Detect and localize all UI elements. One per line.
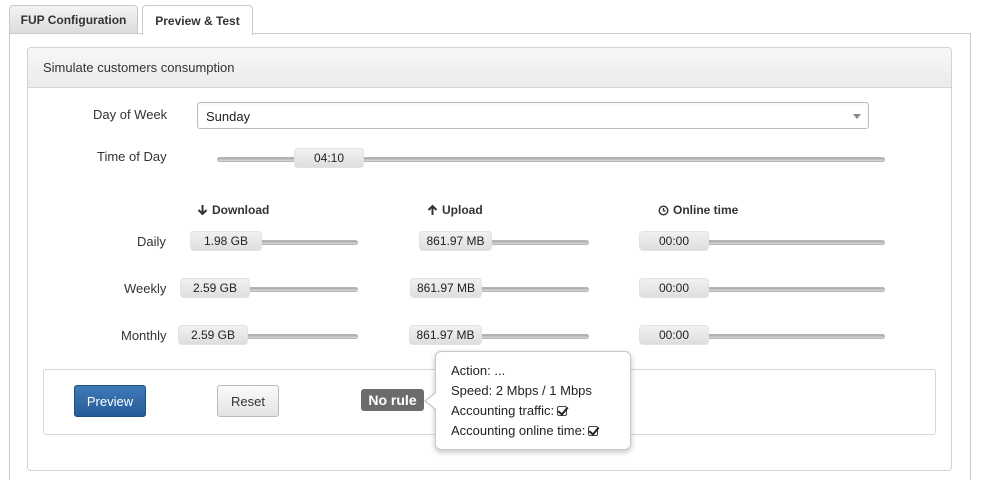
monthly-online-handle[interactable]: 00:00: [639, 325, 709, 345]
popover-arrow: [426, 393, 436, 409]
popover-action: Action: ...: [451, 363, 506, 378]
reset-button[interactable]: Reset: [217, 385, 279, 417]
download-column-header: Download: [197, 203, 269, 217]
accounting-traffic-label: Accounting traffic:: [451, 403, 555, 418]
arrow-down-icon: [197, 205, 208, 216]
day-of-week-value: Sunday: [206, 109, 251, 124]
daily-download-handle[interactable]: 1.98 GB: [190, 231, 262, 251]
content-border: [970, 33, 971, 480]
monthly-download-handle[interactable]: 2.59 GB: [178, 325, 248, 345]
row-label-monthly: Monthly: [121, 328, 167, 343]
rule-status-badge: No rule: [361, 389, 424, 411]
arrow-up-icon: [427, 204, 438, 215]
weekly-upload-handle[interactable]: 861.97 MB: [410, 278, 482, 298]
upload-column-header: Upload: [427, 203, 483, 217]
monthly-upload-handle[interactable]: 861.97 MB: [409, 325, 482, 345]
row-label-weekly: Weekly: [124, 281, 167, 296]
content-border: [9, 33, 10, 480]
panel-title: Simulate customers consumption: [43, 60, 235, 75]
popover-speed: Speed: 2 Mbps / 1 Mbps: [451, 383, 592, 398]
daily-upload-handle[interactable]: 861.97 MB: [419, 231, 492, 251]
time-of-day-label: Time of Day: [97, 149, 167, 164]
tab-preview-test[interactable]: Preview & Test: [142, 5, 253, 35]
popover-accounting-traffic: Accounting traffic:: [451, 403, 568, 418]
day-of-week-select[interactable]: [197, 102, 869, 129]
preview-button[interactable]: Preview: [74, 385, 146, 417]
download-column-label: Download: [212, 203, 270, 217]
day-of-week-label: Day of Week: [93, 107, 168, 122]
online-time-column-label: Online time: [673, 203, 739, 217]
popover-accounting-online-time: Accounting online time:: [451, 423, 599, 438]
clock-icon: [658, 204, 669, 216]
weekly-download-handle[interactable]: 2.59 GB: [180, 278, 250, 298]
checkbox-checked-icon: [557, 406, 568, 416]
daily-online-handle[interactable]: 00:00: [639, 231, 709, 251]
caret-down-icon: [853, 114, 861, 119]
row-label-daily: Daily: [137, 234, 166, 249]
tab-fup-configuration[interactable]: FUP Configuration: [9, 5, 138, 34]
checkbox-checked-icon: [588, 426, 599, 436]
online-time-column-header: Online time: [658, 203, 738, 217]
upload-column-label: Upload: [442, 203, 483, 217]
accounting-online-time-label: Accounting online time:: [451, 423, 586, 438]
time-of-day-slider-handle[interactable]: 04:10: [294, 148, 364, 168]
weekly-online-handle[interactable]: 00:00: [639, 278, 709, 298]
